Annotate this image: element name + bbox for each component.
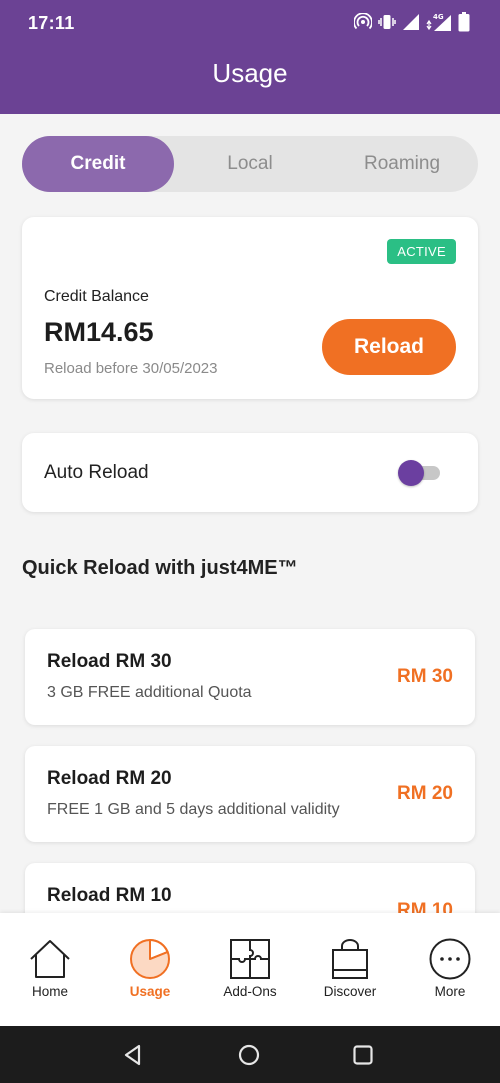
status-bar: 17:11 4G bbox=[0, 0, 500, 48]
status-time: 17:11 bbox=[28, 13, 75, 33]
page-title: Usage bbox=[212, 58, 288, 88]
reload-option-price: RM 20 bbox=[397, 783, 453, 804]
status-badge: ACTIVE bbox=[387, 239, 456, 264]
quick-reload-title: Quick Reload with just4ME™ bbox=[22, 557, 298, 579]
svg-text:4G: 4G bbox=[433, 13, 444, 21]
nav-discover[interactable]: Discover bbox=[300, 913, 400, 1026]
usage-tabs: Credit Local Roaming bbox=[22, 136, 478, 192]
back-icon[interactable] bbox=[120, 1042, 146, 1068]
recents-square-icon[interactable] bbox=[350, 1042, 376, 1068]
home-icon bbox=[30, 940, 70, 978]
shopping-bag-icon bbox=[332, 939, 368, 979]
reload-option-description: 3 GB FREE additional Quota bbox=[47, 684, 252, 701]
reload-option-price: RM 30 bbox=[397, 666, 453, 687]
reload-option-rm20[interactable]: Reload RM 20 FREE 1 GB and 5 days additi… bbox=[25, 746, 475, 842]
bottom-navigation: Home Usage Add-Ons Discover More bbox=[0, 913, 500, 1026]
status-icons: 4G bbox=[354, 12, 470, 32]
reload-option-rm30[interactable]: Reload RM 30 3 GB FREE additional Quota … bbox=[25, 629, 475, 725]
nav-usage[interactable]: Usage bbox=[100, 913, 200, 1026]
nav-label: Home bbox=[31, 984, 68, 999]
battery-icon bbox=[458, 12, 470, 32]
app-header: 17:11 4G Usage bbox=[0, 0, 500, 114]
system-navigation-bar bbox=[0, 1026, 500, 1083]
nav-more[interactable]: More bbox=[400, 913, 500, 1026]
auto-reload-label: Auto Reload bbox=[44, 462, 149, 483]
nav-label: More bbox=[434, 984, 466, 999]
auto-reload-toggle[interactable] bbox=[398, 460, 442, 486]
credit-balance-label: Credit Balance bbox=[44, 288, 149, 305]
nav-label: Usage bbox=[129, 984, 171, 999]
tab-credit[interactable]: Credit bbox=[22, 136, 174, 192]
more-dots-icon bbox=[429, 938, 471, 980]
reload-option-title: Reload RM 30 bbox=[47, 651, 172, 672]
tab-roaming[interactable]: Roaming bbox=[326, 136, 478, 192]
puzzle-icon bbox=[230, 939, 270, 979]
usage-pie-icon bbox=[130, 939, 170, 979]
nav-add-ons[interactable]: Add-Ons bbox=[200, 913, 300, 1026]
nav-label: Add-Ons bbox=[223, 984, 277, 999]
credit-balance-card: ACTIVE Credit Balance RM14.65 Reload bef… bbox=[22, 217, 478, 399]
credit-expiry-text: Reload before 30/05/2023 bbox=[44, 360, 218, 377]
reload-option-title: Reload RM 10 bbox=[47, 885, 172, 906]
home-circle-icon[interactable] bbox=[236, 1042, 262, 1068]
hotspot-icon bbox=[354, 13, 372, 31]
reload-option-title: Reload RM 20 bbox=[47, 768, 172, 789]
reload-option-description: FREE 1 GB and 5 days additional validity bbox=[47, 801, 340, 818]
tab-local[interactable]: Local bbox=[174, 136, 326, 192]
credit-balance-amount: RM14.65 bbox=[44, 317, 154, 347]
signal-icon bbox=[402, 13, 420, 31]
signal-4g-icon: 4G bbox=[426, 12, 452, 32]
reload-button[interactable]: Reload bbox=[322, 319, 456, 375]
toggle-knob bbox=[398, 460, 424, 486]
nav-label: Discover bbox=[323, 984, 377, 999]
vibrate-icon bbox=[378, 13, 396, 31]
auto-reload-card: Auto Reload bbox=[22, 433, 478, 512]
nav-home[interactable]: Home bbox=[0, 913, 100, 1026]
